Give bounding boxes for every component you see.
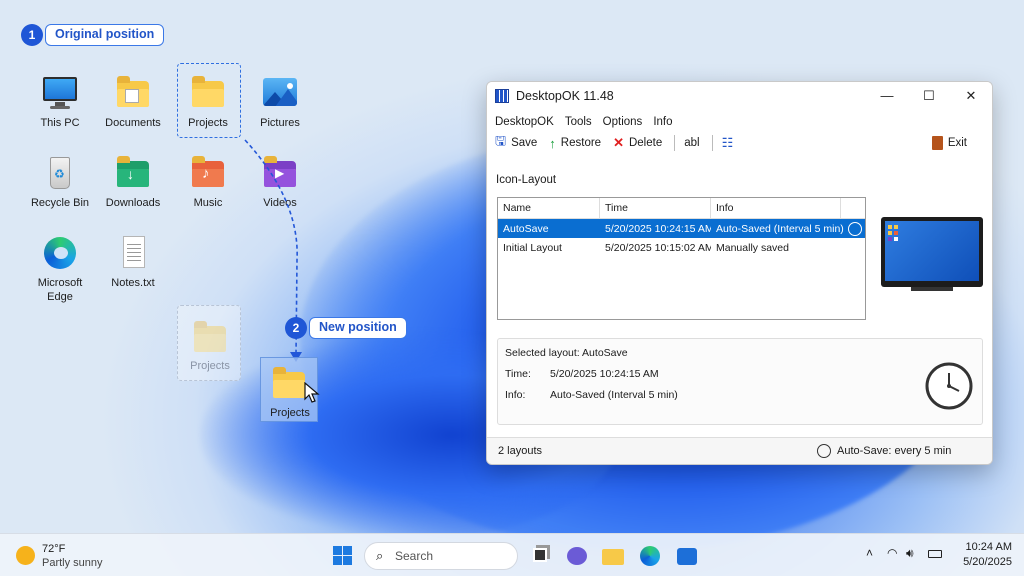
clock-date[interactable]: 5/20/2025 — [952, 556, 1012, 568]
status-bar: 2 layouts Auto-Save: every 5 min — [487, 437, 992, 464]
weather-widget[interactable]: 72°F Partly sunny — [14, 542, 124, 570]
clock-icon — [925, 362, 973, 410]
row-name: AutoSave — [503, 222, 549, 235]
desktopok-window: DesktopOK 11.48 — ☐ ✕ DesktopOK Tools Op… — [486, 81, 993, 465]
row-info: Manually saved — [716, 241, 789, 254]
column-info[interactable]: Info — [711, 197, 841, 219]
info-label: Info: — [505, 389, 526, 401]
close-button[interactable]: ✕ — [951, 85, 991, 107]
step-2-number: 2 — [285, 317, 307, 339]
wifi-icon[interactable]: ◠ — [887, 546, 897, 560]
door-icon — [931, 136, 943, 150]
details-panel: Selected layout: AutoSave Time: 5/20/202… — [497, 338, 983, 425]
delete-label: Delete — [628, 137, 663, 149]
menu-tools[interactable]: Tools — [565, 116, 592, 128]
task-view-icon[interactable] — [528, 543, 554, 569]
restore-button[interactable]: ↑ Restore — [549, 136, 601, 151]
column-time[interactable]: Time — [600, 197, 711, 219]
save-button[interactable]: 🖫 Save — [495, 132, 537, 154]
clock-icon — [848, 221, 862, 236]
layout-count: 2 layouts — [498, 445, 543, 457]
rename-button[interactable]: abl — [684, 137, 699, 149]
maximize-button[interactable]: ☐ — [909, 85, 949, 107]
chat-icon[interactable] — [564, 543, 590, 569]
time-value: 5/20/2025 10:24:15 AM — [550, 368, 659, 380]
restore-label: Restore — [560, 137, 602, 149]
layout-table: Name Time Info AutoSave 5/20/2025 10:24:… — [497, 197, 866, 320]
row-time: 5/20/2025 10:15:02 AM — [605, 241, 711, 254]
exit-button[interactable]: Exit — [931, 136, 967, 150]
menu-options[interactable]: Options — [603, 116, 643, 128]
selected-layout-text: Selected layout: AutoSave — [505, 347, 628, 359]
search-box[interactable]: ⌕ Search — [364, 542, 518, 570]
app-icon — [495, 89, 509, 103]
volume-icon[interactable]: 🔊︎ — [906, 546, 914, 561]
file-explorer-icon[interactable] — [600, 543, 626, 569]
info-value: Auto-Saved (Interval 5 min) — [550, 389, 678, 401]
sun-icon — [16, 546, 35, 565]
search-placeholder: Search — [395, 549, 434, 563]
battery-icon[interactable] — [928, 550, 942, 558]
save-label: Save — [511, 137, 538, 149]
clock-icon — [817, 444, 831, 458]
column-name[interactable]: Name — [498, 197, 600, 219]
clock-time[interactable]: 10:24 AM — [962, 541, 1012, 553]
exit-label: Exit — [947, 137, 967, 149]
edge-taskbar-icon[interactable] — [637, 543, 663, 569]
weather-desc: Partly sunny — [42, 557, 103, 569]
table-header: Name Time Info — [498, 197, 865, 219]
moved-label: Projects — [270, 407, 310, 419]
weather-temp: 72°F — [42, 543, 66, 555]
row-time: 5/20/2025 10:24:15 AM — [605, 222, 711, 235]
title-bar: DesktopOK 11.48 — ☐ ✕ — [487, 82, 992, 110]
folder-icon — [271, 366, 307, 400]
section-title: Icon-Layout — [496, 174, 557, 186]
window-title: DesktopOK 11.48 — [516, 89, 614, 103]
store-icon[interactable] — [674, 543, 700, 569]
step-2-label: New position — [309, 317, 407, 339]
time-label: Time: — [505, 368, 531, 380]
row-info: Auto-Saved (Interval 5 min) — [716, 222, 844, 235]
arrow-up-icon: ↑ — [549, 135, 556, 151]
toolbar: 🖫 Save ↑ Restore ✕ Delete abl ☷ Exit — [487, 128, 992, 158]
mouse-cursor-icon — [304, 382, 320, 403]
chevron-up-icon[interactable]: ˄ — [866, 546, 873, 560]
delete-x-icon: ✕ — [613, 135, 624, 150]
toolbar-separator — [674, 135, 676, 151]
abl-label: abl — [684, 137, 700, 149]
floppy-icon: 🖫 — [495, 133, 507, 148]
list-view-button[interactable]: ☷ — [722, 135, 739, 151]
list-icon: ☷ — [721, 135, 734, 150]
menu-bar: DesktopOK Tools Options Info — [487, 110, 992, 128]
toolbar-separator — [711, 135, 713, 151]
start-button[interactable] — [330, 543, 356, 569]
menu-info[interactable]: Info — [653, 116, 672, 128]
row-name: Initial Layout — [503, 241, 562, 254]
delete-button[interactable]: ✕ Delete — [613, 135, 662, 151]
minimize-button[interactable]: — — [867, 85, 907, 107]
menu-desktopok[interactable]: DesktopOK — [495, 116, 554, 128]
taskbar: 72°F Partly sunny ⌕ Search ˄ ◠ 🔊︎ 10:24 … — [0, 533, 1024, 576]
autosave-status: Auto-Save: every 5 min — [837, 445, 952, 457]
table-row[interactable]: Initial Layout 5/20/2025 10:15:02 AM Man… — [498, 238, 865, 257]
search-icon: ⌕ — [376, 548, 384, 563]
desktop-preview-icon — [881, 217, 983, 291]
table-row[interactable]: AutoSave 5/20/2025 10:24:15 AM Auto-Save… — [498, 219, 865, 238]
